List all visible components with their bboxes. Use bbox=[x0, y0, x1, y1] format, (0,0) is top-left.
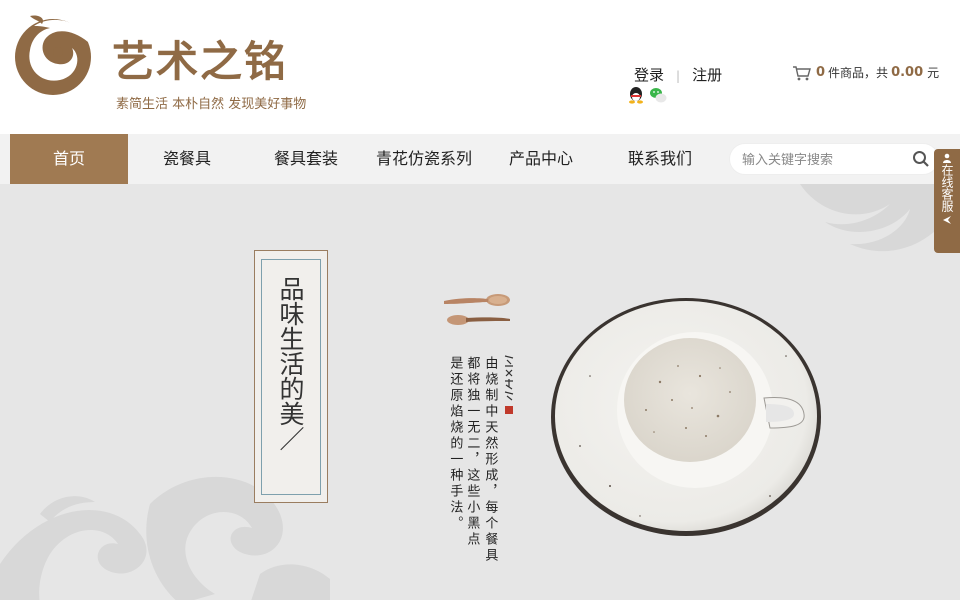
banner-poem-line-1: 由烧制中天然形成，每个餐具 bbox=[482, 356, 498, 564]
cart-total: 0.00 bbox=[891, 65, 924, 80]
title-frame-inner: 品味生活的美／ bbox=[261, 259, 321, 495]
nav-item-blue-white[interactable]: 青花仿瓷系列 bbox=[366, 134, 482, 184]
cart-currency: 元 bbox=[927, 66, 940, 80]
arrow-left-icon bbox=[943, 216, 951, 224]
cart-icon bbox=[793, 65, 811, 80]
site-header: 艺术之铭 素简生活 本朴自然 发现美好事物 登录 | 注册 0 件商品，共 0.00… bbox=[0, 0, 960, 134]
social-login bbox=[627, 86, 667, 104]
brand-slogan: 素简生活 本朴自然 发现美好事物 bbox=[116, 97, 307, 112]
nav-item-home[interactable]: 首页 bbox=[10, 134, 128, 184]
calligraphy-seal-decoration bbox=[504, 355, 514, 414]
hero-banner: 品味生活的美／ 由烧制中天然形成，每个餐具 都将独一无二，这些小黑点 是还原焰烧… bbox=[0, 184, 960, 600]
search-box bbox=[729, 143, 939, 175]
search-input[interactable] bbox=[742, 150, 902, 170]
register-link[interactable]: 注册 bbox=[692, 66, 722, 84]
auth-links: 登录 | 注册 bbox=[634, 64, 722, 85]
nav-item-products[interactable]: 产品中心 bbox=[482, 134, 600, 184]
cart-count-suffix: 件商品，共 bbox=[828, 66, 889, 80]
service-label: 在线客服 bbox=[940, 164, 954, 212]
wechat-icon[interactable] bbox=[649, 86, 667, 104]
user-icon bbox=[943, 153, 951, 163]
login-link[interactable]: 登录 bbox=[634, 66, 664, 84]
ceramic-cup-saucer-image bbox=[551, 298, 821, 536]
search-icon[interactable] bbox=[912, 150, 930, 168]
nav-item-contact[interactable]: 联系我们 bbox=[600, 134, 720, 184]
nav-item-sets[interactable]: 餐具套装 bbox=[246, 134, 366, 184]
brand-logo-icon[interactable] bbox=[12, 12, 94, 98]
title-frame: 品味生活的美／ bbox=[254, 250, 328, 503]
brand-name[interactable]: 艺术之铭 bbox=[112, 28, 288, 89]
mini-cart[interactable]: 0 件商品，共 0.00 元 bbox=[792, 64, 939, 81]
nav-item-porcelain[interactable]: 瓷餐具 bbox=[128, 134, 246, 184]
banner-poem-line-2: 都将独一无二，这些小黑点 bbox=[464, 356, 480, 548]
banner-title: 品味生活的美／ bbox=[276, 276, 305, 451]
auth-divider: | bbox=[676, 69, 681, 83]
online-service-tab[interactable]: 在线客服 bbox=[934, 149, 960, 253]
swirl-pattern-right-decoration bbox=[800, 184, 960, 252]
wooden-spoon-image bbox=[444, 294, 510, 325]
cart-count: 0 bbox=[816, 65, 826, 80]
banner-poem-line-3: 是还原焰烧的一种手法。 bbox=[447, 356, 463, 532]
qq-icon[interactable] bbox=[627, 86, 645, 104]
